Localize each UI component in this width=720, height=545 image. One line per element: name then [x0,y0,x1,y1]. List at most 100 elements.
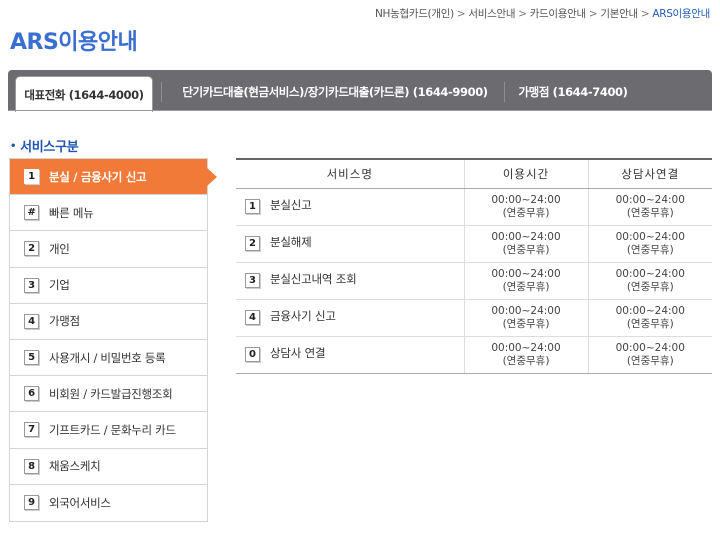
hours-cell: 00:00~24:00 (연중무휴) [463,299,588,337]
hours-value: 00:00~24:00 [491,304,561,317]
agent-note: (연중무휴) [626,280,674,293]
agent-note: (연중무휴) [626,317,674,330]
key-icon: 5 [24,350,39,366]
service-name: 상담사 연결 [270,346,326,360]
breadcrumb-separator: > [640,8,650,20]
page-title: ARS이용안내 [10,30,138,55]
breadcrumb: NH농협카드(개인) > 서비스안내 > 카드이용안내 > 기본안내 > ARS이용안내 [375,6,710,21]
hours-value: 00:00~24:00 [491,341,561,354]
menu-item-gift-card[interactable]: 7 기프트카드 / 문화누리 카드 [10,412,207,449]
key-icon: 2 [24,241,39,257]
menu-item-label: 외국어서비스 [49,495,111,510]
menu-item-label: 채움스케치 [49,459,101,474]
agent-note: (연중무휴) [626,354,674,367]
agent-cell: 00:00~24:00 (연중무휴) [587,225,712,263]
service-table: 서비스명 이용시간 상담사연결 1 분실신고 00:00~24:00 (연중무휴) … [236,158,712,374]
hours-value: 00:00~24:00 [491,267,561,280]
menu-item-label: 가맹점 [49,314,80,329]
header-service-name: 서비스명 [236,159,464,189]
agent-cell: 00:00~24:00 (연중무휴) [587,262,712,300]
header-agent: 상담사연결 [587,159,712,189]
menu-item-merchant[interactable]: 4 가맹점 [10,303,207,340]
table-row: 2 분실해제 00:00~24:00 (연중무휴) 00:00~24:00 (연중무휴… [236,225,712,263]
menu-item-label: 빠른 메뉴 [49,205,94,220]
key-icon: # [24,205,39,221]
key-icon: 4 [24,313,39,329]
hours-value: 00:00~24:00 [491,193,561,206]
menu-item-label: 분실 / 금융사기 신고 [49,169,147,184]
table-row: 3 분실신고내역 조회 00:00~24:00 (연중무휴) 00:00~24:00… [236,262,712,300]
breadcrumb-item-card-usage-guide[interactable]: 카드이용안내 [530,8,586,20]
hours-note: (연중무휴) [502,243,550,256]
table-row: 0 상담사 연결 00:00~24:00 (연중무휴) 00:00~24:00 (연중… [236,336,712,374]
service-menu: 1 분실 / 금융사기 신고 # 빠른 메뉴 2 개인 3 기업 4 가맹점 5 사용개시 … [9,158,217,522]
hours-note: (연중무휴) [502,317,550,330]
service-name-cell: 2 분실해제 [236,225,464,263]
section-title-text: 서비스구분 [20,140,79,155]
tab-underline [8,110,712,111]
menu-item-chaeum-sketch[interactable]: 8 채움스케치 [10,448,207,485]
breadcrumb-item-nh-card[interactable]: NH농협카드(개인) [375,8,454,20]
menu-item-nonmember-status[interactable]: 6 비회원 / 카드발급진행조회 [10,376,207,413]
service-name-cell: 1 분실신고 [236,188,464,226]
agent-value: 00:00~24:00 [615,230,685,243]
breadcrumb-separator: > [588,8,598,20]
hours-cell: 00:00~24:00 (연중무휴) [463,336,588,374]
tab-main-phone[interactable]: 대표전화 (1644-4000) [15,76,153,112]
table-header-row: 서비스명 이용시간 상담사연결 [236,159,712,189]
service-name-cell: 3 분실신고내역 조회 [236,262,464,300]
header-hours: 이용시간 [463,159,588,189]
key-icon: 2 [245,236,260,251]
key-icon: 6 [24,386,39,402]
tab-merchant[interactable]: 가맹점 (1644-7400) [508,74,638,110]
table-row: 1 분실신고 00:00~24:00 (연중무휴) 00:00~24:00 (연중무휴… [236,188,712,226]
agent-cell: 00:00~24:00 (연중무휴) [587,188,712,226]
breadcrumb-item-service-guide[interactable]: 서비스안내 [468,8,515,20]
agent-value: 00:00~24:00 [615,304,685,317]
breadcrumb-item-current: ARS이용안내 [652,8,710,20]
key-icon: 0 [245,347,260,362]
breadcrumb-item-basic-guide[interactable]: 기본안내 [600,8,638,20]
breadcrumb-separator: > [456,8,466,20]
service-name: 분실신고 [270,198,312,212]
key-icon: 1 [245,199,260,214]
breadcrumb-separator: > [518,8,527,20]
agent-value: 00:00~24:00 [615,341,685,354]
key-icon: 8 [24,458,39,474]
agent-note: (연중무휴) [626,243,674,256]
section-title: • 서비스구분 [10,136,79,155]
hours-cell: 00:00~24:00 (연중무휴) [463,262,588,300]
key-icon: 3 [245,273,260,288]
menu-item-business[interactable]: 3 기업 [10,267,207,304]
menu-item-lost-fraud[interactable]: 1 분실 / 금융사기 신고 [10,159,217,196]
menu-item-activation-password[interactable]: 5 사용개시 / 비밀번호 등록 [10,339,207,377]
menu-item-personal[interactable]: 2 개인 [10,231,207,268]
hours-note: (연중무휴) [502,206,550,219]
key-icon: 1 [24,169,39,185]
menu-item-label: 사용개시 / 비밀번호 등록 [49,350,166,365]
service-name-cell: 0 상담사 연결 [236,336,464,374]
key-icon: 3 [24,277,39,293]
menu-item-quick-menu[interactable]: # 빠른 메뉴 [10,195,207,232]
menu-item-foreign-language[interactable]: 9 외국어서비스 [10,484,207,521]
tab-divider [504,82,505,102]
menu-item-label: 비회원 / 카드발급진행조회 [49,386,173,401]
hours-note: (연중무휴) [502,280,550,293]
menu-item-label: 개인 [49,241,70,256]
hours-note: (연중무휴) [502,354,550,367]
key-icon: 9 [24,495,39,511]
service-name-cell: 4 금융사기 신고 [236,299,464,337]
menu-item-label: 기업 [49,278,70,293]
tab-divider [161,82,162,102]
agent-cell: 00:00~24:00 (연중무휴) [587,299,712,337]
agent-value: 00:00~24:00 [615,267,685,280]
tab-bar: 대표전화 (1644-4000) 단기카드대출(현금서비스)/장기카드대출(카드… [8,70,712,112]
tab-card-loan[interactable]: 단기카드대출(현금서비스)/장기카드대출(카드론) (1644-9900) [166,74,504,110]
agent-cell: 00:00~24:00 (연중무휴) [587,336,712,374]
key-icon: 7 [24,422,39,438]
service-name: 금융사기 신고 [270,309,336,323]
hours-cell: 00:00~24:00 (연중무휴) [463,225,588,263]
service-name: 분실신고내역 조회 [270,272,357,286]
hours-value: 00:00~24:00 [491,230,561,243]
service-name: 분실해제 [270,235,312,249]
